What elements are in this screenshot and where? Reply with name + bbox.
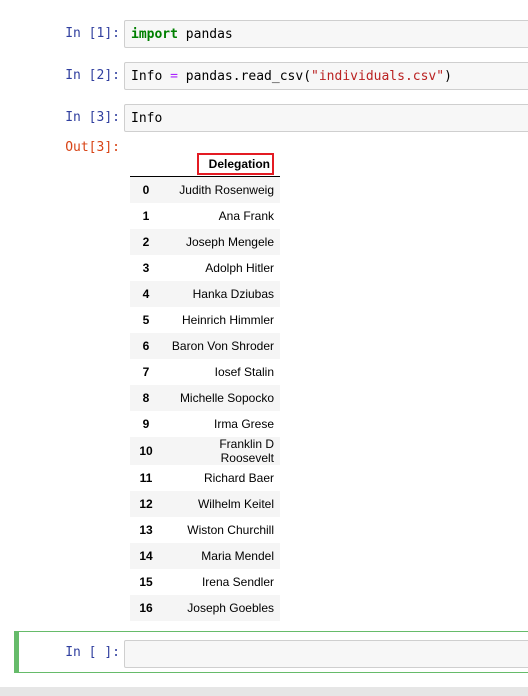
row-index: 11 bbox=[139, 471, 153, 485]
table-row: 1 Ana Frank bbox=[130, 203, 280, 229]
row-value: Baron Von Shroder bbox=[171, 339, 274, 353]
row-index: 13 bbox=[139, 523, 153, 537]
table-row: 9 Irma Grese bbox=[130, 411, 280, 437]
input-prompt: In [2]: bbox=[65, 68, 120, 83]
table-row: 6 Baron Von Shroder bbox=[130, 333, 280, 359]
notebook: In [1]: import pandas In [2]: Info = pan… bbox=[0, 0, 528, 696]
table-row: 3 Adolph Hitler bbox=[130, 255, 280, 281]
column-header: Delegation bbox=[162, 152, 280, 177]
row-index: 6 bbox=[142, 339, 150, 353]
row-value: Joseph Goebles bbox=[187, 601, 274, 615]
table-row: 16 Joseph Goebles bbox=[130, 595, 280, 621]
index-header bbox=[130, 152, 162, 177]
row-index: 3 bbox=[142, 261, 150, 275]
row-value: Judith Rosenweig bbox=[179, 183, 274, 197]
row-index: 12 bbox=[139, 497, 153, 511]
code-keyword: import bbox=[131, 27, 178, 42]
row-value: Adolph Hitler bbox=[205, 261, 274, 275]
code-text: Info bbox=[131, 111, 163, 126]
table-row: 8 Michelle Sopocko bbox=[130, 385, 280, 411]
table-body: 0 Judith Rosenweig 1 Ana Frank 2 Joseph Menge… bbox=[130, 176, 280, 621]
row-value: Ana Frank bbox=[218, 209, 274, 223]
row-index: 0 bbox=[142, 183, 150, 197]
table-row: 13 Wiston Churchill bbox=[130, 517, 280, 543]
row-value: Wilhelm Keitel bbox=[197, 497, 274, 511]
row-index: 1 bbox=[142, 209, 150, 223]
code-text: pandas bbox=[177, 27, 233, 42]
code-operator: = bbox=[170, 69, 178, 84]
input-prompt: In [3]: bbox=[65, 110, 120, 125]
table-row: 10 Franklin D Roosevelt bbox=[130, 437, 280, 465]
row-value: Maria Mendel bbox=[201, 549, 274, 563]
input-prompt: In [1]: bbox=[65, 26, 120, 41]
table-row: 14 Maria Mendel bbox=[130, 543, 280, 569]
row-index: 10 bbox=[139, 444, 153, 458]
row-index: 16 bbox=[139, 601, 153, 615]
dataframe-table: Delegation 0 Judith Rosenweig 1 Ana Frank 2 J… bbox=[130, 152, 280, 621]
row-index: 9 bbox=[142, 417, 150, 431]
table-row: 12 Wilhelm Keitel bbox=[130, 491, 280, 517]
row-index: 7 bbox=[142, 365, 150, 379]
row-index: 15 bbox=[139, 575, 153, 589]
row-value: Michelle Sopocko bbox=[179, 391, 274, 405]
code-close-paren: ) bbox=[444, 69, 452, 84]
row-value: Joseph Mengele bbox=[185, 235, 274, 249]
code-input[interactable]: import pandas bbox=[124, 20, 528, 48]
code-call: pandas.read_csv( bbox=[177, 69, 312, 84]
highlighted-column-header: Delegation bbox=[196, 153, 274, 175]
row-value: Iosef Stalin bbox=[214, 365, 274, 379]
row-value: Franklin D Roosevelt bbox=[219, 437, 274, 465]
row-value: Hanka Dziubas bbox=[192, 287, 274, 301]
row-value: Irena Sendler bbox=[201, 575, 274, 589]
table-row: 5 Heinrich Himmler bbox=[130, 307, 280, 333]
row-value: Irma Grese bbox=[213, 417, 274, 431]
output-prompt: Out[3]: bbox=[65, 140, 120, 155]
row-index: 14 bbox=[139, 549, 153, 563]
input-prompt: In [ ]: bbox=[65, 645, 120, 660]
row-value: Heinrich Himmler bbox=[181, 313, 274, 327]
table-row: 2 Joseph Mengele bbox=[130, 229, 280, 255]
row-index: 5 bbox=[142, 313, 150, 327]
table-row: 4 Hanka Dziubas bbox=[130, 281, 280, 307]
table-header-row: Delegation bbox=[130, 152, 280, 177]
bottom-bar bbox=[0, 687, 528, 696]
code-input[interactable]: Info bbox=[124, 104, 528, 132]
row-value: Richard Baer bbox=[203, 471, 274, 485]
table-row: 15 Irena Sendler bbox=[130, 569, 280, 595]
code-input[interactable]: Info = pandas.read_csv("individuals.csv"… bbox=[124, 62, 528, 90]
row-index: 4 bbox=[142, 287, 150, 301]
code-string: "individuals.csv" bbox=[311, 69, 445, 84]
row-index: 2 bbox=[142, 235, 150, 249]
code-variable: Info bbox=[131, 69, 163, 84]
row-index: 8 bbox=[142, 391, 150, 405]
table-row: 11 Richard Baer bbox=[130, 465, 280, 491]
row-value: Wiston Churchill bbox=[187, 523, 274, 537]
table-row: 7 Iosef Stalin bbox=[130, 359, 280, 385]
table-row: 0 Judith Rosenweig bbox=[130, 176, 280, 203]
code-input-empty[interactable] bbox=[124, 640, 528, 668]
